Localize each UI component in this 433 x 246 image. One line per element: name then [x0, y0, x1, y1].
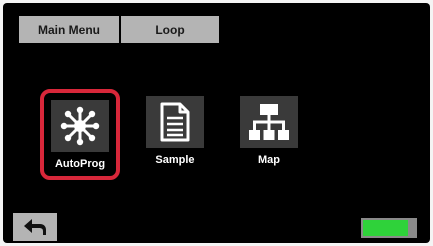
document-icon — [160, 102, 190, 142]
hierarchy-icon — [249, 104, 289, 140]
sample-tile[interactable]: Sample — [142, 96, 208, 166]
back-arrow-icon — [24, 219, 46, 235]
back-button[interactable] — [13, 213, 57, 241]
map-tile[interactable]: Map — [236, 96, 302, 166]
autoprog-tile[interactable]: AutoProg — [40, 89, 120, 180]
asterisk-network-icon — [60, 106, 100, 146]
sample-label: Sample — [155, 154, 195, 166]
battery-fill — [363, 220, 408, 236]
tab-main-menu[interactable]: Main Menu — [19, 16, 119, 43]
tab-loop-label: Loop — [155, 22, 185, 37]
tab-main-menu-label: Main Menu — [38, 22, 100, 37]
tab-loop[interactable]: Loop — [121, 16, 219, 43]
battery-indicator — [361, 218, 417, 238]
autoprog-icon-box — [51, 100, 109, 152]
map-icon-box — [240, 96, 298, 148]
sample-icon-box — [146, 96, 204, 148]
device-screen: Main Menu Loop AutoProg Sample Map — [3, 3, 430, 243]
map-label: Map — [258, 154, 280, 166]
autoprog-label: AutoProg — [54, 158, 106, 170]
